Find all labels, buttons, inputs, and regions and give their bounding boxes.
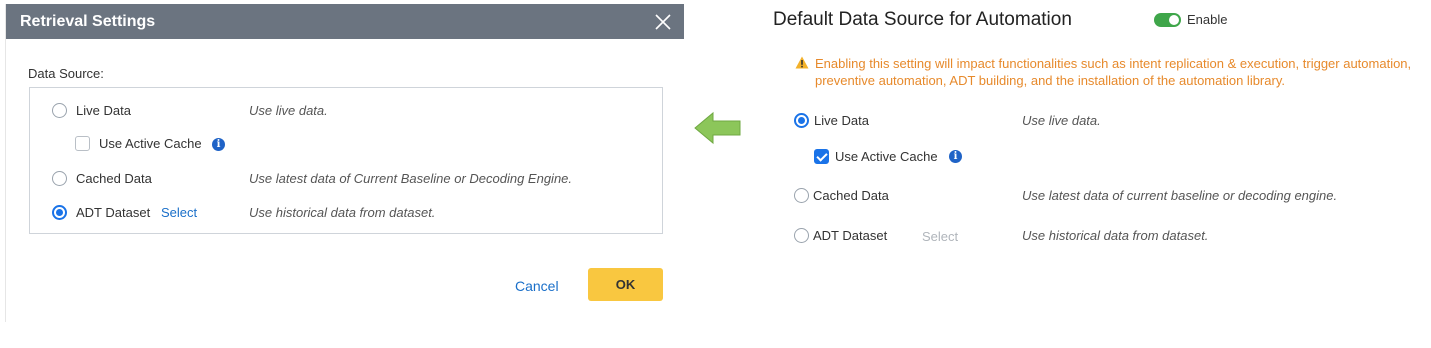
live-data-desc: Use live data.: [249, 103, 328, 118]
live-data-label: Live Data: [76, 103, 131, 118]
retrieval-settings-dialog: Retrieval Settings Data Source: Live Dat…: [5, 4, 684, 322]
panel-cached-data-label: Cached Data: [813, 188, 889, 203]
panel-adt-dataset-desc: Use historical data from dataset.: [1022, 228, 1209, 243]
info-icon[interactable]: i: [212, 138, 225, 151]
adt-dataset-label: ADT Dataset: [76, 205, 151, 220]
enable-toggle-switch[interactable]: [1154, 13, 1181, 27]
data-source-label: Data Source:: [28, 66, 104, 81]
data-source-options: Live Data Use live data. Use Active Cach…: [29, 87, 663, 234]
panel-adt-dataset-label: ADT Dataset: [813, 228, 888, 243]
live-data-radio[interactable]: [52, 103, 67, 118]
adt-select-link[interactable]: Select: [161, 205, 197, 220]
cached-data-radio[interactable]: [52, 171, 67, 186]
panel-live-data-label: Live Data: [814, 113, 869, 128]
active-cache-checkbox[interactable]: [75, 136, 90, 151]
close-icon[interactable]: [654, 13, 672, 31]
panel-live-data-radio[interactable]: [794, 113, 809, 128]
panel-cached-data-desc: Use latest data of current baseline or d…: [1022, 188, 1338, 203]
panel-active-cache-checkbox[interactable]: [814, 149, 829, 164]
panel-title: Default Data Source for Automation: [773, 9, 1072, 30]
warning-icon: [795, 56, 809, 69]
active-cache-label: Use Active Cache: [99, 136, 202, 151]
dialog-header: Retrieval Settings: [6, 4, 684, 39]
panel-cached-data-radio[interactable]: [794, 188, 809, 203]
panel-active-cache-label: Use Active Cache: [835, 149, 938, 164]
panel-adt-select-link[interactable]: Select: [922, 229, 958, 244]
left-arrow-icon: [694, 111, 741, 145]
adt-dataset-radio[interactable]: [52, 205, 67, 220]
info-icon[interactable]: i: [949, 150, 962, 163]
ok-button[interactable]: OK: [588, 268, 663, 301]
cached-data-desc: Use latest data of Current Baseline or D…: [249, 171, 573, 186]
dialog-title: Retrieval Settings: [20, 13, 156, 30]
warning-message: Enabling this setting will impact functi…: [815, 56, 1412, 88]
cancel-button[interactable]: Cancel: [515, 278, 559, 294]
enable-toggle-label: Enable: [1187, 12, 1228, 27]
cached-data-label: Cached Data: [76, 171, 152, 186]
panel-live-data-desc: Use live data.: [1022, 113, 1101, 128]
panel-adt-dataset-radio[interactable]: [794, 228, 809, 243]
adt-dataset-desc: Use historical data from dataset.: [249, 205, 436, 220]
